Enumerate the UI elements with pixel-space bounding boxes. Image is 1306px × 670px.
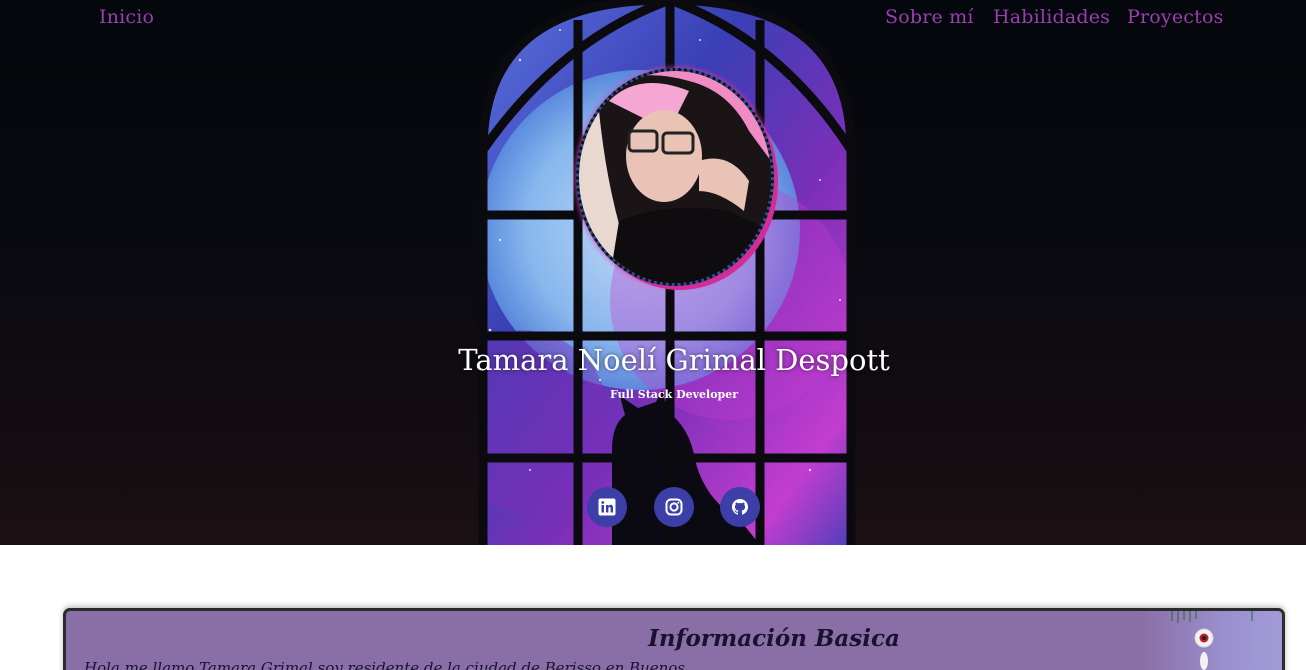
nav-link-inicio[interactable]: Inicio [99, 6, 154, 28]
linkedin-button[interactable] [587, 487, 627, 527]
info-card-title: Información Basica [648, 625, 900, 652]
instagram-button[interactable] [654, 487, 694, 527]
info-card: Información Basica Hola me llamo Tamara … [63, 608, 1285, 670]
hero-banner: Inicio Sobre mí Habilidades Proyectos Ta… [0, 0, 1306, 545]
linkedin-icon [598, 498, 616, 516]
profile-avatar [576, 68, 774, 286]
nav-link-habilidades[interactable]: Habilidades [993, 6, 1110, 28]
info-card-text: Hola me llamo Tamara Grimal soy resident… [84, 659, 685, 670]
nav-link-proyectos[interactable]: Proyectos [1127, 6, 1224, 28]
github-icon [731, 499, 749, 515]
profile-photo-image [579, 71, 771, 283]
nav-link-sobre-mi[interactable]: Sobre mí [885, 6, 974, 28]
hero-name: Tamara Noelí Grimal Despott [458, 343, 890, 377]
hero-role: Full Stack Developer [609, 388, 739, 401]
instagram-icon [665, 498, 683, 516]
github-button[interactable] [720, 487, 760, 527]
